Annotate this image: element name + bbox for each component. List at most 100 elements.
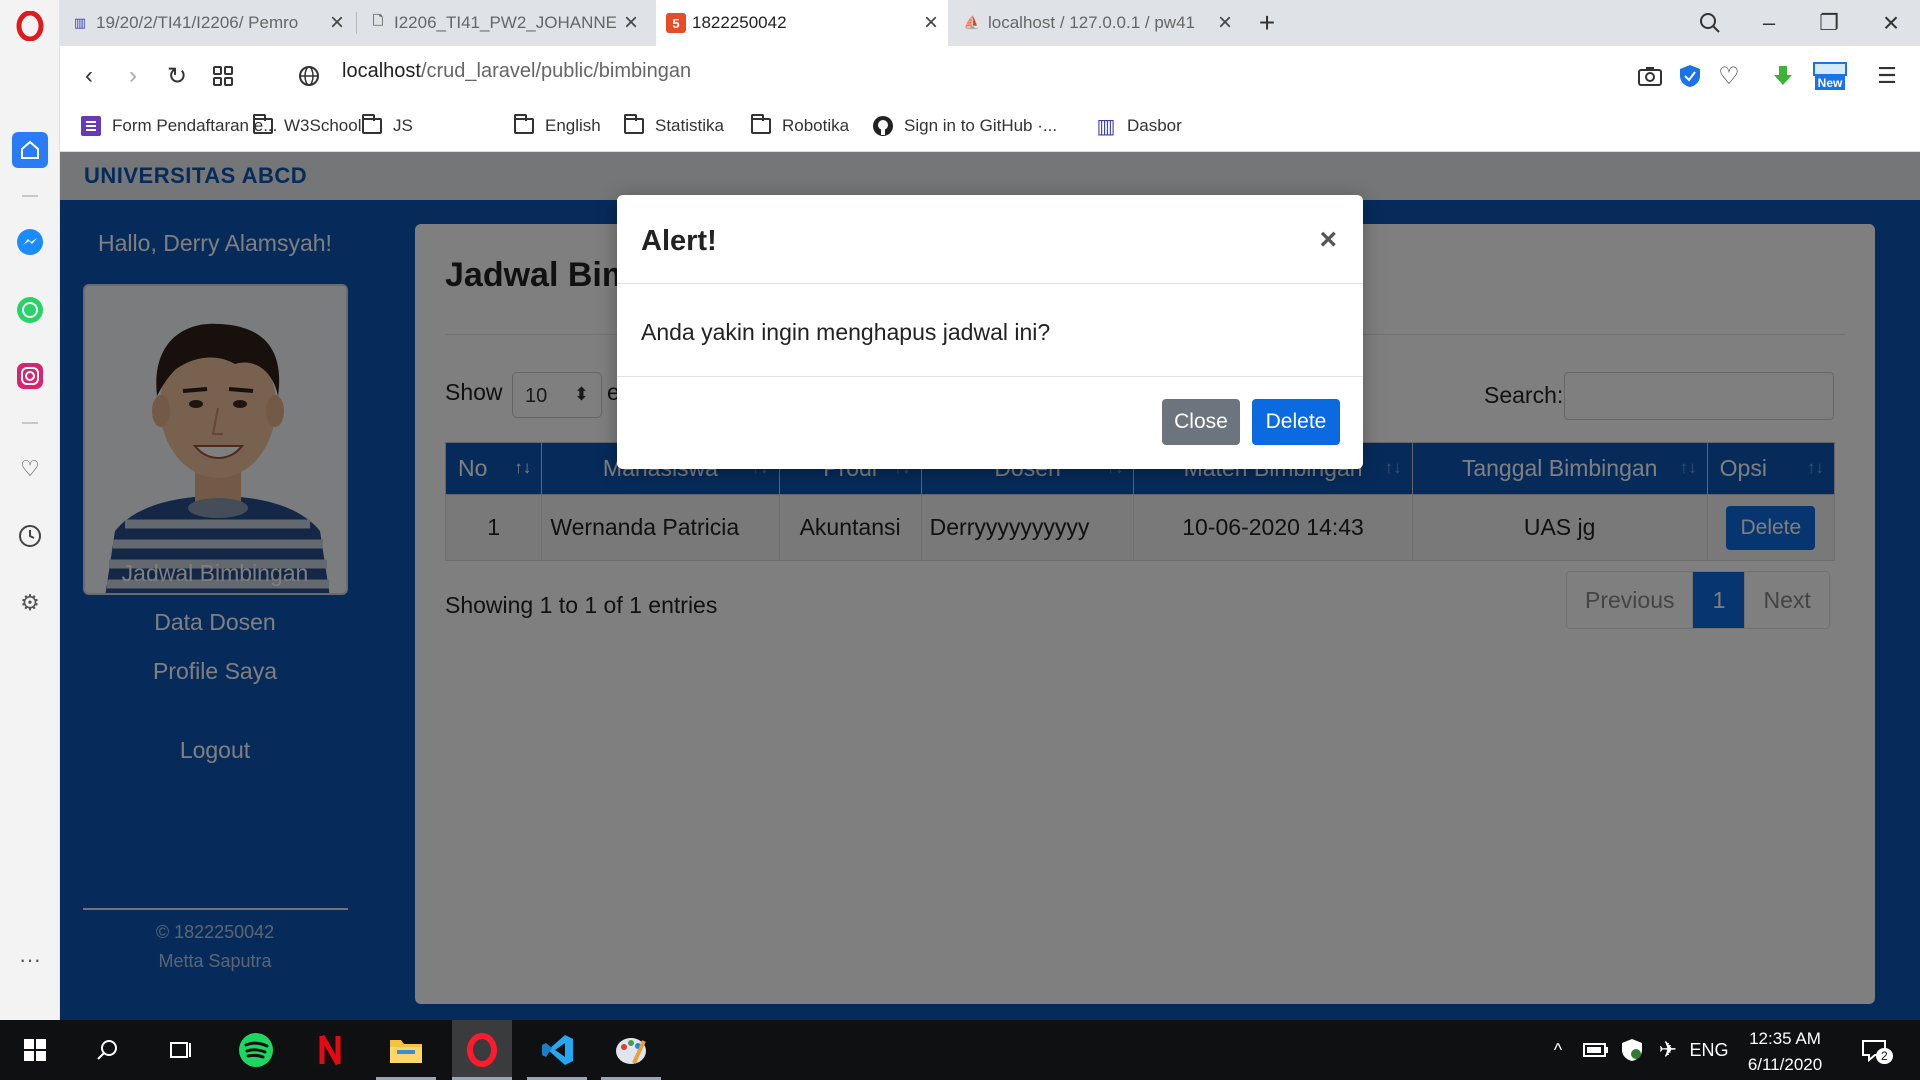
tab-close-icon[interactable]: ×: [624, 9, 638, 37]
folder-icon: [513, 114, 535, 135]
rail-divider: [22, 422, 38, 424]
tab-title: localhost / 127.0.0.1 / pw41: [988, 13, 1195, 32]
instagram-icon[interactable]: [12, 358, 48, 394]
html5-icon: 5: [666, 13, 686, 33]
whatsapp-icon[interactable]: [12, 292, 48, 328]
modal-header-divider: [617, 283, 1363, 284]
bookmark-label: Robotika: [782, 116, 850, 135]
bookmark-label: Sign in to GitHub ·...: [904, 116, 1058, 135]
file-explorer-icon[interactable]: [376, 1020, 436, 1080]
more-icon[interactable]: ···: [12, 942, 48, 978]
back-icon[interactable]: ‹: [72, 59, 106, 93]
library-icon: ▥: [73, 15, 87, 30]
opera-sidebar: ♡ ⚙ ···: [0, 0, 60, 1020]
restore-icon[interactable]: ❐: [1804, 0, 1854, 46]
tabs-grid-icon[interactable]: [206, 59, 240, 93]
tab-title: 1822250042: [692, 13, 787, 32]
bookmark-robotika[interactable]: Robotika: [750, 114, 850, 136]
search-tabs-icon[interactable]: [1685, 0, 1735, 46]
tab-divider: [356, 12, 357, 34]
reload-icon[interactable]: ↻: [160, 59, 194, 93]
tab-3-active[interactable]: 5 1822250042 ×: [656, 0, 948, 46]
vscode-icon[interactable]: [527, 1020, 587, 1080]
tab-4[interactable]: ⛵ localhost / 127.0.0.1 / pw41 ×: [952, 0, 1242, 46]
modal-delete-button[interactable]: Delete: [1252, 399, 1340, 445]
language-indicator[interactable]: ENG: [1686, 1020, 1732, 1080]
bookmark-js[interactable]: JS: [361, 114, 413, 136]
battery-icon[interactable]: [1578, 1020, 1614, 1080]
spotify-icon[interactable]: [226, 1020, 286, 1080]
delete-confirm-modal: Alert! × Anda yakin ingin menghapus jadw…: [617, 195, 1363, 469]
folder-icon: [750, 114, 772, 135]
notification-center-icon[interactable]: 2: [1852, 1020, 1896, 1080]
bookmark-github[interactable]: Sign in to GitHub ·...: [872, 116, 1057, 136]
windows-taskbar: ^ ✈ ENG 12:35 AM 6/11/2020 2: [0, 1020, 1920, 1080]
search-icon[interactable]: [78, 1020, 138, 1080]
easy-setup-new-icon[interactable]: New: [1810, 60, 1850, 92]
library-icon: ▥: [1096, 115, 1116, 138]
tab-close-icon[interactable]: ×: [924, 9, 938, 37]
bookmark-label: W3School: [284, 116, 362, 135]
opera-taskbar-icon[interactable]: [452, 1020, 512, 1080]
modal-close-button[interactable]: Close: [1162, 399, 1240, 445]
folder-icon: [361, 114, 383, 135]
paint-3d-icon[interactable]: [601, 1020, 661, 1080]
airplane-mode-icon[interactable]: ✈: [1650, 1020, 1686, 1080]
bookmarks-bar: Form Pendaftaran e... W3School JS Englis…: [60, 106, 1920, 152]
bookmark-w3school[interactable]: W3School: [252, 114, 362, 136]
tray-chevron-icon[interactable]: ^: [1540, 1020, 1576, 1080]
document-icon: 🗋: [372, 13, 384, 28]
url-host: localhost: [342, 60, 421, 82]
tab-close-icon[interactable]: ×: [330, 9, 344, 37]
windows-start-icon[interactable]: [5, 1020, 65, 1080]
modal-close-icon[interactable]: ×: [1319, 223, 1337, 257]
phpmyadmin-icon: ⛵: [963, 15, 981, 30]
opera-logo-icon[interactable]: [12, 8, 48, 44]
form-icon: [80, 116, 102, 136]
heart-icon[interactable]: ♡: [12, 451, 48, 487]
folder-icon: [623, 114, 645, 135]
defender-shield-icon[interactable]: [1614, 1020, 1650, 1080]
url-field[interactable]: localhost/crud_laravel/public/bimbingan: [342, 60, 691, 83]
netflix-icon[interactable]: [300, 1020, 360, 1080]
bookmark-english[interactable]: English: [513, 114, 601, 136]
tab-close-icon[interactable]: ×: [1218, 9, 1232, 37]
minimize-icon[interactable]: –: [1744, 0, 1794, 46]
notification-count-badge: 2: [1876, 1048, 1893, 1064]
bookmark-statistika[interactable]: Statistika: [623, 114, 724, 136]
settings-gear-icon[interactable]: ⚙: [12, 585, 48, 621]
messenger-icon[interactable]: [12, 224, 48, 260]
tab-2[interactable]: 🗋 I2206_TI41_PW2_JOHANNE ×: [358, 0, 648, 46]
easy-setup-sliders-icon[interactable]: ☰: [1871, 60, 1903, 92]
tab-bar: ▥ 19/20/2/TI41/I2206/ Pemro × 🗋 I2206_TI…: [60, 0, 1920, 46]
home-icon[interactable]: [12, 132, 48, 168]
history-icon[interactable]: [12, 518, 48, 554]
bookmark-dasbor[interactable]: ▥ Dasbor: [1095, 115, 1182, 138]
modal-footer-divider: [617, 376, 1363, 377]
clock-time: 12:35 AM: [1749, 1029, 1821, 1048]
forward-icon[interactable]: ›: [116, 59, 150, 93]
modal-body-text: Anda yakin ingin menghapus jadwal ini?: [641, 319, 1051, 345]
task-view-icon[interactable]: [150, 1020, 210, 1080]
new-tab-icon[interactable]: +: [1242, 0, 1292, 46]
bookmark-label: JS: [393, 116, 413, 135]
bookmark-label: Statistika: [655, 116, 724, 135]
tab-1[interactable]: ▥ 19/20/2/TI41/I2206/ Pemro ×: [60, 0, 354, 46]
bookmark-label: Dasbor: [1127, 116, 1182, 135]
site-info-globe-icon[interactable]: [292, 59, 326, 93]
bookmark-label: English: [545, 116, 601, 135]
download-icon[interactable]: [1767, 60, 1799, 92]
bookmark-form-pendaftaran[interactable]: Form Pendaftaran e...: [80, 116, 277, 136]
new-badge: New: [1814, 76, 1846, 90]
taskbar-clock[interactable]: 12:35 AM 6/11/2020: [1730, 1026, 1840, 1078]
window-close-icon[interactable]: ×: [1866, 0, 1916, 46]
favorite-heart-icon[interactable]: ♡: [1713, 60, 1745, 92]
snapshot-camera-icon[interactable]: [1634, 60, 1666, 92]
tab-title: 19/20/2/TI41/I2206/ Pemro: [96, 13, 299, 32]
vpn-shield-icon[interactable]: [1674, 60, 1706, 92]
rail-divider: [22, 195, 38, 197]
modal-title: Alert!: [641, 225, 717, 257]
tab-title: I2206_TI41_PW2_JOHANNE: [394, 13, 616, 32]
url-path: /crud_laravel/public/bimbingan: [420, 60, 692, 82]
folder-icon: [252, 114, 274, 135]
